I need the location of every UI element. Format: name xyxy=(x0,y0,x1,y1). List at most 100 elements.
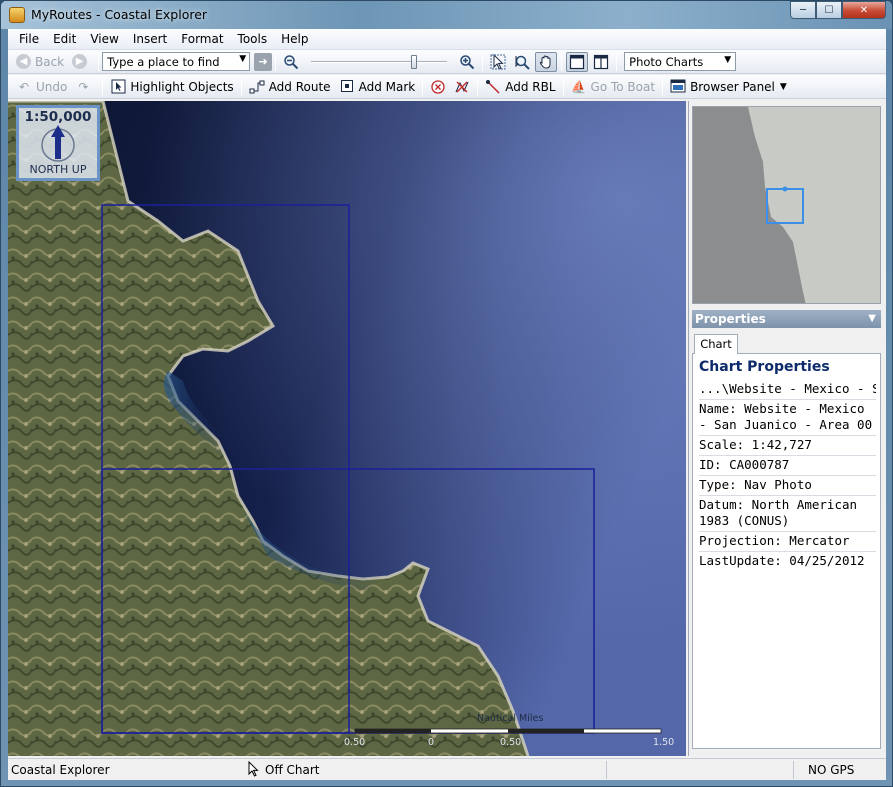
app-window: MyRoutes - Coastal Explorer ─ ☐ ✕ File E… xyxy=(0,0,893,787)
scale-bar-label: 0.50 xyxy=(344,737,366,748)
zoom-slider-thumb[interactable] xyxy=(410,54,417,69)
zoom-out-icon[interactable] xyxy=(280,52,302,72)
scale-bar-label: 1.50 xyxy=(653,737,675,748)
chart-datum: Datum: North American 1983 (CONUS) xyxy=(699,496,876,532)
chart-type: Type: Nav Photo xyxy=(699,476,876,496)
scale-bar xyxy=(354,728,662,734)
menu-format[interactable]: Format xyxy=(174,29,230,49)
satellite-chart-image xyxy=(8,101,686,756)
close-button[interactable]: ✕ xyxy=(842,1,886,19)
title-bar[interactable]: MyRoutes - Coastal Explorer ─ ☐ ✕ xyxy=(1,1,892,29)
chart-type-select[interactable]: Photo Charts ▼ xyxy=(624,52,737,71)
toolbar-separator xyxy=(562,77,564,96)
route-icon xyxy=(249,79,265,95)
delete-route-icon[interactable] xyxy=(451,77,473,97)
north-arrow-icon xyxy=(41,125,75,162)
delete-object-icon[interactable] xyxy=(427,77,449,97)
chevron-down-icon: ▼ xyxy=(724,55,732,65)
scale-bar-label: 0.50 xyxy=(500,737,522,748)
single-pane-view-icon[interactable] xyxy=(566,51,589,72)
forward-button[interactable]: ▶ xyxy=(68,52,95,72)
toolbar-separator xyxy=(422,77,424,96)
zoom-slider[interactable] xyxy=(309,53,449,71)
chevron-down-icon[interactable]: ▼ xyxy=(239,54,246,64)
add-mark-button[interactable]: Add Mark xyxy=(335,77,420,97)
properties-header[interactable]: Properties ▼ xyxy=(692,310,881,328)
chart-projection: Projection: Mercator xyxy=(699,532,876,552)
browser-panel-button[interactable]: Browser Panel ▼ xyxy=(666,77,791,97)
zoom-slider-track xyxy=(311,60,448,63)
overview-minimap[interactable] xyxy=(692,106,881,304)
menu-file[interactable]: File xyxy=(12,29,46,49)
menu-insert[interactable]: Insert xyxy=(126,29,174,49)
chart-scale: Scale: 1:42,727 xyxy=(699,436,876,456)
toolbar-separator xyxy=(275,52,277,71)
zoom-tool-icon[interactable] xyxy=(511,52,533,72)
maximize-button[interactable]: ☐ xyxy=(816,1,842,19)
properties-header-label: Properties xyxy=(695,312,766,326)
status-divider xyxy=(793,761,794,779)
app-icon xyxy=(9,7,25,23)
add-route-button[interactable]: Add Route xyxy=(245,77,335,97)
menu-help[interactable]: Help xyxy=(274,29,315,49)
back-button[interactable]: ◀ Back xyxy=(12,52,68,72)
browser-panel: Properties ▼ Chart Chart Properties ...\… xyxy=(688,101,886,756)
add-rbl-label: Add RBL xyxy=(505,79,556,94)
tab-chart[interactable]: Chart xyxy=(694,334,738,354)
pan-hand-icon[interactable] xyxy=(535,51,558,72)
status-gps: NO GPS xyxy=(808,763,855,777)
redo-icon: ↷ xyxy=(78,79,89,94)
forward-arrow-icon: ▶ xyxy=(72,54,88,69)
chart-map-view[interactable]: Nautical Miles 0.50 0 0.50 1.50 1:50,000… xyxy=(8,101,686,756)
boat-icon: ⛵ xyxy=(571,79,586,94)
chart-path: ...\Website - Mexico - San xyxy=(699,380,876,400)
menu-view[interactable]: View xyxy=(83,29,125,49)
redo-button[interactable]: ↷ xyxy=(71,77,99,97)
go-to-boat-button[interactable]: ⛵ Go To Boat xyxy=(567,77,660,97)
browser-panel-icon xyxy=(670,79,686,95)
undo-button[interactable]: ↶ Undo xyxy=(12,77,71,97)
toolbar-separator xyxy=(616,52,618,71)
place-search-input[interactable]: Type a place to find ▼ xyxy=(102,52,251,71)
split-pane-view-icon[interactable] xyxy=(590,52,612,72)
window-title: MyRoutes - Coastal Explorer xyxy=(31,7,208,22)
scale-bar-label: 0 xyxy=(428,737,435,748)
status-divider xyxy=(606,761,607,779)
go-to-boat-label: Go To Boat xyxy=(590,79,656,94)
cursor-pointer-icon xyxy=(248,760,260,780)
chart-properties-title: Chart Properties xyxy=(699,359,830,375)
search-placeholder: Type a place to find xyxy=(107,54,220,69)
toolbar-separator xyxy=(482,52,484,71)
chart-type-value: Photo Charts xyxy=(629,54,704,69)
zoom-in-icon[interactable] xyxy=(456,52,478,72)
minimize-button[interactable]: ─ xyxy=(790,1,816,19)
chart-last-update: LastUpdate: 04/25/2012 xyxy=(699,553,865,568)
select-pointer-icon[interactable] xyxy=(487,52,509,72)
status-app-name: Coastal Explorer xyxy=(11,763,110,777)
navigation-toolbar: ◀ Back ▶ Type a place to find ▼ ➜ Photo … xyxy=(8,50,886,74)
status-bar: Coastal Explorer Off Chart NO GPS xyxy=(8,758,886,780)
highlight-objects-button[interactable]: Highlight Objects xyxy=(106,77,237,97)
editing-toolbar: ↶ Undo ↷ Highlight Objects Add Route Add… xyxy=(8,75,886,99)
toolbar-separator xyxy=(561,52,563,71)
status-chart: Off Chart xyxy=(265,763,320,777)
menu-bar: File Edit View Insert Format Tools Help xyxy=(8,29,886,50)
scale-orientation-indicator[interactable]: 1:50,000 NORTH UP xyxy=(16,105,100,181)
chevron-down-icon: ▼ xyxy=(779,81,787,92)
toolbar-separator xyxy=(240,77,242,96)
toolbar-separator xyxy=(98,52,100,71)
add-mark-label: Add Mark xyxy=(358,79,416,94)
toolbar-separator xyxy=(102,77,104,96)
back-arrow-icon: ◀ xyxy=(16,54,31,69)
rbl-icon xyxy=(485,79,501,95)
browser-panel-label: Browser Panel xyxy=(690,79,775,94)
chart-properties-panel: Chart Properties ...\Website - Mexico - … xyxy=(692,353,881,749)
menu-tools[interactable]: Tools xyxy=(231,29,275,49)
add-route-label: Add Route xyxy=(268,79,331,94)
mark-icon xyxy=(339,79,355,95)
go-arrow-icon[interactable]: ➜ xyxy=(254,52,273,71)
chart-name: Name: Website - Mexico - San Juanico - A… xyxy=(699,400,876,436)
menu-edit[interactable]: Edit xyxy=(46,29,83,49)
add-rbl-button[interactable]: Add RBL xyxy=(481,77,559,97)
chevron-down-icon[interactable]: ▼ xyxy=(868,310,876,328)
